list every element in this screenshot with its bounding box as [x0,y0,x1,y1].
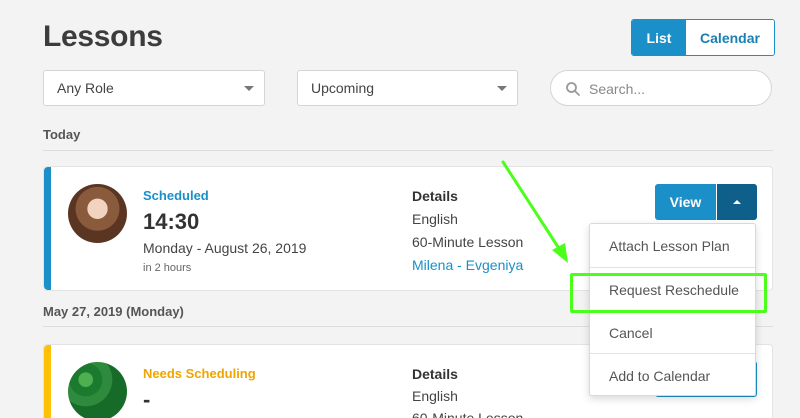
calendar-view-button[interactable]: Calendar [686,20,774,55]
menu-separator [590,353,755,354]
actions-dropdown-toggle[interactable] [717,184,757,220]
lesson-language: English [412,388,458,404]
chevron-down-icon [244,86,254,91]
annotation-highlight-box [570,273,767,313]
search-icon [566,82,580,96]
lesson-date: Monday - August 26, 2019 [143,240,307,256]
list-view-button[interactable]: List [632,20,686,55]
view-button[interactable]: View [655,184,716,220]
role-select-value: Any Role [57,80,114,96]
page-title: Lessons [43,20,163,53]
chevron-up-icon [733,200,741,204]
menu-separator [590,267,755,268]
view-toggle: List Calendar [631,19,775,56]
lesson-language: English [412,211,458,227]
section-label-today: Today [43,127,81,142]
period-select[interactable]: Upcoming [297,70,518,106]
lesson-duration: 60-Minute Lesson [412,234,524,250]
lesson-status: Scheduled [143,188,209,203]
role-select[interactable]: Any Role [43,70,265,106]
section-divider [43,150,773,151]
search-input[interactable] [589,79,759,99]
avatar [68,184,127,243]
details-heading: Details [412,366,458,382]
menu-item-add-to-calendar[interactable]: Add to Calendar [609,368,710,384]
section-label-date: May 27, 2019 (Monday) [43,304,184,319]
menu-item-attach-lesson-plan[interactable]: Attach Lesson Plan [609,238,730,254]
lesson-status: Needs Scheduling [143,366,256,381]
period-select-value: Upcoming [311,80,375,96]
lesson-time: 14:30 [143,209,200,234]
status-accent-bar [44,167,51,290]
details-heading: Details [412,188,458,204]
lesson-participants-link[interactable]: Milena - Evgeniya [412,257,523,273]
status-accent-bar [44,345,51,418]
avatar [68,362,127,418]
chevron-down-icon [497,86,507,91]
lesson-duration: 60-Minute Lesson [412,410,524,418]
lesson-relative-time: in 2 hours [143,262,192,274]
menu-item-cancel[interactable]: Cancel [609,325,653,341]
search-box [550,70,772,106]
lesson-time: - [143,387,151,412]
